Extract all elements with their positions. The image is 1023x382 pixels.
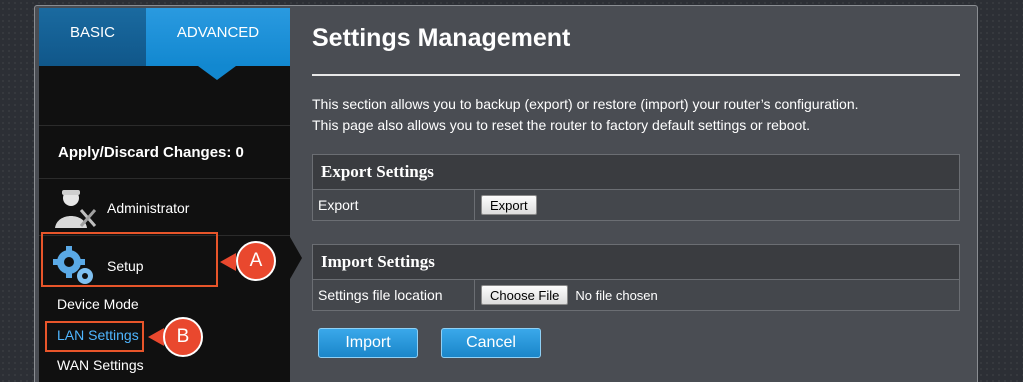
tab-basic[interactable]: BASIC	[39, 8, 146, 66]
import-row: Settings file location Choose File No fi…	[312, 280, 960, 311]
sidebar-item-label: Administrator	[107, 199, 190, 216]
sidebar-subitem-wan-settings[interactable]: WAN Settings	[57, 357, 144, 373]
page-title: Settings Management	[312, 24, 571, 52]
sidebar-subitem-device-mode[interactable]: Device Mode	[57, 296, 139, 312]
main-content: Settings Management This section allows …	[290, 8, 976, 382]
cancel-button[interactable]: Cancel	[441, 328, 541, 358]
file-status: No file chosen	[575, 287, 658, 303]
sidebar-item-administrator[interactable]: Administrator	[39, 180, 290, 236]
active-tab-arrow	[198, 66, 236, 80]
tab-advanced[interactable]: ADVANCED	[146, 8, 290, 66]
active-item-pointer	[290, 237, 302, 279]
page-description: This section allows you to backup (expor…	[312, 94, 972, 136]
settings-file-location-label: Settings file location	[313, 280, 475, 310]
callout-b: B	[163, 317, 203, 357]
title-divider	[312, 74, 960, 76]
administrator-icon	[51, 186, 101, 230]
lan-settings-highlight-box	[45, 321, 144, 352]
apply-discard-changes[interactable]: Apply/Discard Changes: 0	[39, 125, 290, 179]
mode-tabs: BASIC ADVANCED	[39, 8, 290, 66]
export-row: Export Export	[312, 190, 960, 221]
export-button[interactable]: Export	[481, 195, 537, 215]
description-line: This section allows you to backup (expor…	[312, 96, 859, 112]
setup-highlight-box	[41, 232, 218, 287]
import-settings-heading: Import Settings	[312, 244, 960, 280]
import-button[interactable]: Import	[318, 328, 418, 358]
export-settings-heading: Export Settings	[312, 154, 960, 190]
callout-a-tip	[220, 253, 236, 271]
callout-a: A	[236, 241, 276, 281]
export-row-label: Export	[313, 190, 475, 220]
choose-file-button[interactable]: Choose File	[481, 285, 569, 305]
callout-b-tip	[148, 328, 164, 346]
description-line: This page also allows you to reset the r…	[312, 117, 811, 133]
